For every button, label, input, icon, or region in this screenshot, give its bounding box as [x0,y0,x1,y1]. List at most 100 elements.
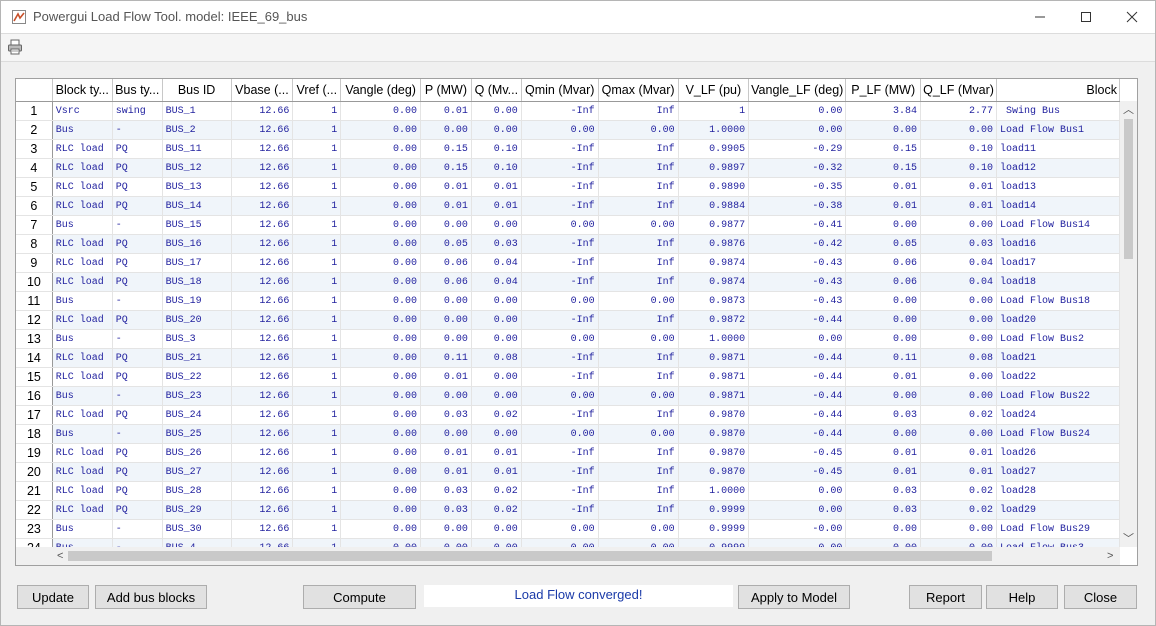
table-cell[interactable]: BUS_29 [162,500,232,520]
table-cell[interactable]: BUS_14 [162,196,232,216]
table-row[interactable]: 5 RLC load PQ BUS_13 12.66 1 0.00 0.01 0.01 -Inf I… [16,177,1120,197]
close-window-button[interactable] [1109,1,1155,33]
table-cell[interactable]: 0.08 [471,348,522,368]
table-cell[interactable]: Load Flow Bus14 [996,215,1120,235]
table-cell[interactable]: 0.00 [748,481,847,501]
table-cell[interactable]: 0.9871 [678,367,750,387]
table-cell[interactable]: 12.66 [231,348,294,368]
table-cell[interactable]: 1 [292,291,342,311]
table-cell[interactable]: 0.00 [420,519,472,539]
table-cell[interactable]: Swing Bus [996,101,1120,121]
table-row[interactable]: 13 Bus - BUS_3 12.66 1 0.00 0.00 0.00 0.00 0.00 1.0… [16,329,1120,349]
table-cell[interactable]: Load Flow Bus22 [996,386,1120,406]
table-cell[interactable]: Vsrc [52,101,113,121]
table-row[interactable]: 8 RLC load PQ BUS_16 12.66 1 0.00 0.05 0.03 -Inf I… [16,234,1120,254]
table-cell[interactable]: BUS_21 [162,348,232,368]
table-cell[interactable]: 0.00 [340,367,422,387]
table-cell[interactable]: 0.00 [521,215,599,235]
table-cell[interactable]: 1 [292,348,342,368]
table-cell[interactable]: 0.06 [420,253,472,273]
table-cell[interactable]: 12.66 [231,253,294,273]
table-cell[interactable]: 0.9897 [678,158,750,178]
table-cell[interactable]: RLC load [52,196,113,216]
table-cell[interactable]: 1 [292,272,342,292]
table-cell[interactable]: 0.00 [521,120,599,140]
table-cell[interactable]: 0.00 [340,215,422,235]
table-cell[interactable]: 0.00 [598,538,679,547]
table-cell[interactable]: 1.0000 [678,481,750,501]
table-cell[interactable]: 0.00 [748,120,847,140]
table-cell[interactable]: PQ [112,158,163,178]
table-cell[interactable]: BUS_20 [162,310,232,330]
table-cell[interactable]: - [112,120,163,140]
table-cell[interactable]: -Inf [521,405,599,425]
column-header[interactable]: Vangle_LF (deg) [748,79,847,102]
table-cell[interactable]: 0.9999 [678,500,750,520]
table-cell[interactable]: 0.00 [471,538,522,547]
table-cell[interactable]: 0.00 [340,538,422,547]
table-cell[interactable]: 12.66 [231,177,294,197]
table-cell[interactable]: 0.00 [420,310,472,330]
table-cell[interactable]: Bus [52,120,113,140]
table-cell[interactable]: 0.00 [920,310,998,330]
table-row[interactable]: 15 RLC load PQ BUS_22 12.66 1 0.00 0.01 0.00 -Inf… [16,367,1120,387]
table-cell[interactable]: -Inf [521,272,599,292]
table-cell[interactable]: 12.66 [231,120,294,140]
table-cell[interactable]: 12.66 [231,538,294,547]
table-cell[interactable]: 12.66 [231,500,294,520]
help-button[interactable]: Help [986,585,1058,609]
table-cell[interactable]: Load Flow Bus2 [996,329,1120,349]
column-header[interactable]: Q (Mv... [471,79,522,102]
table-cell[interactable]: Bus [52,538,113,547]
table-cell[interactable]: -0.42 [748,234,847,254]
table-cell[interactable]: PQ [112,177,163,197]
table-cell[interactable]: 0.00 [920,120,998,140]
table-cell[interactable]: 0.00 [471,101,522,121]
table-cell[interactable]: 0.00 [920,329,998,349]
table-cell[interactable]: 1 [292,158,342,178]
table-row[interactable]: 9 RLC load PQ BUS_17 12.66 1 0.00 0.06 0.04 -Inf I… [16,253,1120,273]
table-cell[interactable]: 1 [292,367,342,387]
table-cell[interactable]: Inf [598,196,679,216]
table-cell[interactable]: 0.00 [748,329,847,349]
table-cell[interactable]: BUS_1 [162,101,232,121]
table-cell[interactable]: load14 [996,196,1120,216]
table-cell[interactable]: 0.00 [598,386,679,406]
table-cell[interactable]: 1 [292,196,342,216]
table-cell[interactable]: 0.00 [340,291,422,311]
table-row[interactable]: 10 RLC load PQ BUS_18 12.66 1 0.00 0.06 0.04 -Inf… [16,272,1120,292]
table-cell[interactable]: RLC load [52,500,113,520]
table-cell[interactable]: 0.00 [471,310,522,330]
table-cell[interactable]: RLC load [52,310,113,330]
table-cell[interactable]: RLC load [52,481,113,501]
maximize-button[interactable] [1063,1,1109,33]
table-cell[interactable]: load12 [996,158,1120,178]
table-cell[interactable]: PQ [112,272,163,292]
table-cell[interactable]: BUS_22 [162,367,232,387]
table-cell[interactable]: 0.00 [340,158,422,178]
table-cell[interactable]: 0.00 [420,538,472,547]
table-cell[interactable]: Inf [598,139,679,159]
table-cell[interactable]: 1 [292,101,342,121]
table-cell[interactable]: -0.44 [748,424,847,444]
table-cell[interactable]: 0.00 [340,462,422,482]
table-cell[interactable]: -Inf [521,139,599,159]
table-cell[interactable]: 12.66 [231,139,294,159]
table-cell[interactable]: 0.00 [748,500,847,520]
table-cell[interactable]: 0.00 [521,538,599,547]
report-button[interactable]: Report [909,585,982,609]
table-cell[interactable]: 0.00 [521,519,599,539]
table-cell[interactable]: 0.00 [845,329,922,349]
table-cell[interactable]: 0.00 [340,443,422,463]
table-cell[interactable]: 0.00 [845,538,922,547]
table-cell[interactable]: -Inf [521,196,599,216]
table-cell[interactable]: RLC load [52,177,113,197]
table-cell[interactable]: 0.02 [471,481,522,501]
minimize-button[interactable] [1017,1,1063,33]
table-cell[interactable]: 0.01 [420,443,472,463]
table-cell[interactable]: Bus [52,386,113,406]
table-cell[interactable]: RLC load [52,234,113,254]
table-row[interactable]: 4 RLC load PQ BUS_12 12.66 1 0.00 0.15 0.10 -Inf I… [16,158,1120,178]
table-cell[interactable]: 0.15 [845,158,922,178]
table-cell[interactable]: 1.0000 [678,329,750,349]
